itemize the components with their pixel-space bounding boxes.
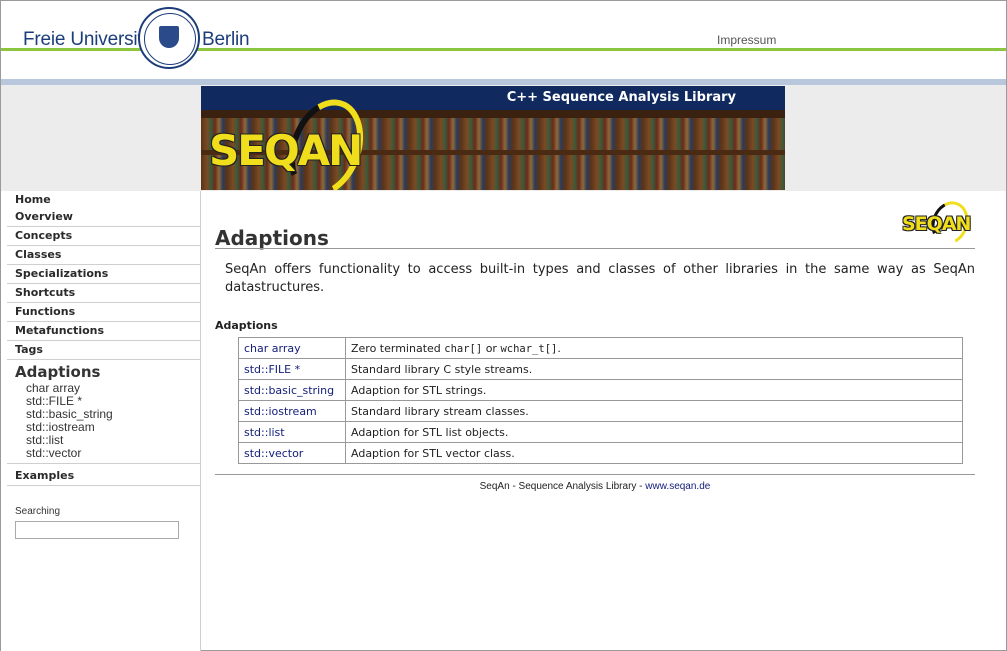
university-header: Freie Universität Berlin Impressum	[1, 1, 1006, 79]
seqan-logo-text: SEQAN	[902, 213, 971, 235]
adaption-link-std-iostream[interactable]: std::iostream	[244, 405, 317, 418]
table-cell-name: std::list	[238, 421, 346, 443]
footer-text: SeqAn - Sequence Analysis Library -	[479, 481, 646, 492]
table-row: std::basic_string Adaption for STL strin…	[238, 379, 963, 401]
section-heading: Adaptions	[215, 319, 278, 332]
search-input[interactable]	[15, 521, 179, 539]
adaption-link-std-file[interactable]: std::FILE *	[244, 363, 300, 376]
intro-paragraph: SeqAn offers functionality to access bui…	[225, 262, 975, 295]
table-cell-name: char array	[238, 337, 346, 359]
adaptions-table: char array Zero terminated char[] or wch…	[238, 337, 963, 464]
sidebar-section-adaptions: Adaptions char array std::FILE * std::ba…	[7, 360, 200, 464]
sidebar-subitem-std-vector[interactable]: std::vector	[15, 447, 200, 460]
desc-text: .	[557, 341, 561, 355]
desc-text: Zero terminated	[351, 341, 445, 355]
sidebar-item-shortcuts[interactable]: Shortcuts	[7, 284, 200, 303]
table-row: std::iostream Standard library stream cl…	[238, 400, 963, 422]
table-cell-name: std::vector	[238, 442, 346, 464]
title-divider	[215, 248, 975, 249]
university-seal-logo[interactable]	[138, 7, 200, 69]
sidebar-section-title: Adaptions	[15, 363, 101, 381]
adaption-link-std-basic-string[interactable]: std::basic_string	[244, 384, 334, 397]
sidebar-item-functions[interactable]: Functions	[7, 303, 200, 322]
sidebar-item-tags[interactable]: Tags	[7, 341, 200, 360]
sidebar-item-examples[interactable]: Examples	[7, 467, 200, 486]
page-footer: SeqAn - Sequence Analysis Library - www.…	[215, 481, 975, 492]
page-title: Adaptions	[215, 226, 329, 250]
sidebar-navigation: Home Overview Concepts Classes Specializ…	[1, 191, 201, 651]
sidebar-item-classes[interactable]: Classes	[7, 246, 200, 265]
table-cell-name: std::iostream	[238, 400, 346, 422]
library-bookshelf-image: SEQAN	[201, 89, 785, 190]
sidebar-item-overview[interactable]: Overview	[7, 208, 200, 227]
impressum-link[interactable]: Impressum	[717, 33, 776, 47]
table-cell-desc: Adaption for STL list objects.	[345, 421, 963, 443]
table-cell-name: std::basic_string	[238, 379, 346, 401]
table-cell-desc: Zero terminated char[] or wchar_t[].	[345, 337, 963, 359]
adaption-link-std-vector[interactable]: std::vector	[244, 447, 303, 460]
table-row: std::vector Adaption for STL vector clas…	[238, 442, 963, 464]
table-row: char array Zero terminated char[] or wch…	[238, 337, 963, 359]
sidebar-item-concepts[interactable]: Concepts	[7, 227, 200, 246]
table-cell-desc: Standard library stream classes.	[345, 400, 963, 422]
search-label: Searching	[15, 506, 61, 517]
seqan-logo: SEQAN	[209, 126, 363, 175]
table-row: std::FILE * Standard library C style str…	[238, 358, 963, 380]
sidebar-item-specializations[interactable]: Specializations	[7, 265, 200, 284]
code-char-array: char[]	[444, 342, 483, 355]
desc-text: or	[482, 341, 501, 355]
footer-website-link[interactable]: www.seqan.de	[645, 481, 710, 492]
seqan-corner-logo: SEQAN	[902, 196, 975, 250]
table-cell-desc: Standard library C style streams.	[345, 358, 963, 380]
banner-title: C++ Sequence Analysis Library	[201, 86, 785, 110]
code-wchar-array: wchar_t[]	[500, 342, 558, 355]
table-cell-name: std::FILE *	[238, 358, 346, 380]
table-row: std::list Adaption for STL list objects.	[238, 421, 963, 443]
sidebar-item-metafunctions[interactable]: Metafunctions	[7, 322, 200, 341]
adaption-link-char-array[interactable]: char array	[244, 342, 301, 355]
seqan-banner: C++ Sequence Analysis Library SEQAN	[201, 86, 785, 190]
table-cell-desc: Adaption for STL strings.	[345, 379, 963, 401]
table-cell-desc: Adaption for STL vector class.	[345, 442, 963, 464]
sidebar-item-home[interactable]: Home	[7, 191, 200, 208]
footer-divider	[215, 474, 975, 475]
adaption-link-std-list[interactable]: std::list	[244, 426, 285, 439]
